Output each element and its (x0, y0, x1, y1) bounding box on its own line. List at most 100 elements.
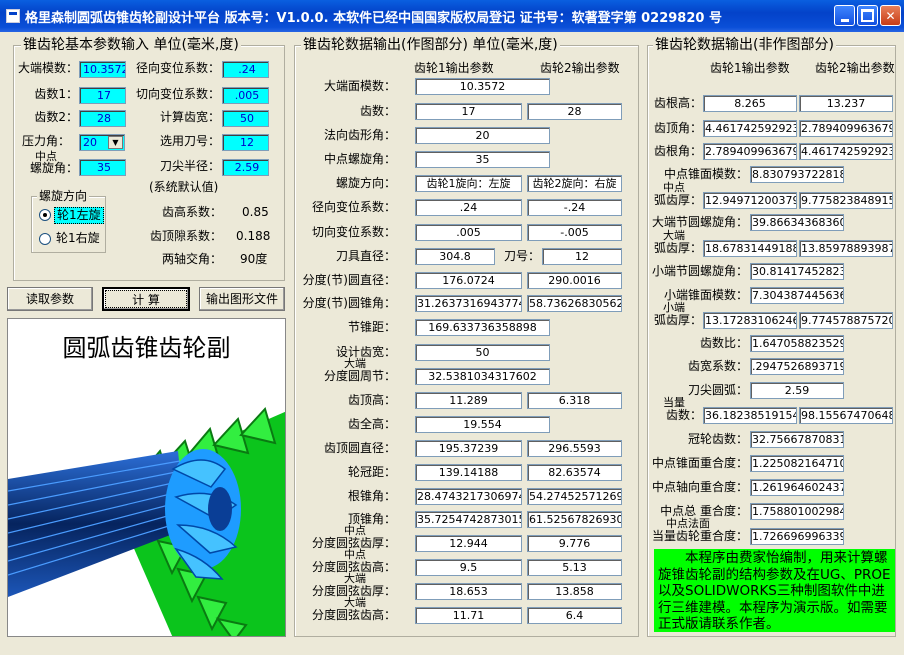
author-note: 本程序由费家怡编制，用来计算螺旋锥齿轮副的结构参数及在UG、PROE以及SOLI… (654, 549, 895, 632)
nd-row-label: 弧齿厚： (653, 241, 702, 255)
drawing-row-value-1[interactable]: 139.14188 (415, 464, 522, 481)
drawing-row-value-2[interactable]: 9.776 (527, 535, 622, 552)
hand-right-label[interactable]: 轮1右旋 (56, 231, 100, 246)
drawing-row-value-1[interactable]: 35.72547428730152 (415, 511, 522, 528)
calculate-button[interactable]: 计 算 (102, 287, 190, 311)
drawing-row-value-1[interactable]: 12.944 (415, 535, 522, 552)
nd-row-value[interactable]: 1.6470588235294 (750, 335, 844, 352)
drawing-row-label: 齿顶圆直径： (323, 441, 396, 455)
drawing-row-value-1[interactable]: 28.47432173069748 (415, 488, 522, 505)
nd-row-value-2[interactable]: 2.789409963679612 (799, 120, 893, 137)
nd-row-value[interactable]: 1.726696996339700 (750, 528, 844, 545)
z2-input[interactable]: 28 (79, 110, 126, 127)
drawing-row-value[interactable]: 20 (415, 127, 550, 144)
chevron-down-icon[interactable]: ▼ (108, 136, 123, 149)
drawing-row-value-2[interactable]: 58.73626830562252 (527, 295, 622, 312)
export-button[interactable]: 输出图形文件 (199, 287, 285, 311)
nd-row-value[interactable]: 1.758801002984000 (750, 503, 844, 520)
drawing-row-value-1[interactable]: 17 (415, 103, 522, 120)
drawing-row-label: 节锥距： (347, 320, 396, 334)
tool-no-input[interactable]: 12 (222, 134, 269, 151)
drawing-row-value-2[interactable]: 13.858 (527, 583, 622, 600)
drawing-row-value-1[interactable]: 11.289 (415, 392, 522, 409)
read-params-button[interactable]: 读取参数 (7, 287, 93, 311)
drawing-row-value-1[interactable]: 31.26373169437748 (415, 295, 522, 312)
tip-radius-input[interactable]: 2.59 (222, 159, 269, 176)
nd-row-value-1[interactable]: 13.17283106246480 (703, 312, 797, 329)
drawing-row-value[interactable]: 35 (415, 151, 550, 168)
nd-row-value-2[interactable]: 13.85978893987700 (799, 240, 893, 257)
minimize-button[interactable] (834, 5, 855, 26)
nd-row-value-1[interactable]: 2.789409963679612 (703, 143, 797, 160)
nd-row-value-1[interactable]: 8.265 (703, 95, 797, 112)
nd-row-label: 当量齿轮重合度： (651, 529, 748, 543)
drawing-row-value-1[interactable]: .005 (415, 224, 522, 241)
nd-row-value[interactable]: 2.59 (750, 382, 844, 399)
nd-row-label: 大端节圆螺旋角： (651, 215, 748, 229)
drawing-row-value-2[interactable]: 齿轮2旋向：右旋 (527, 175, 622, 192)
hand-right-radio[interactable] (39, 233, 51, 245)
drawing-row-value-2[interactable]: 82.63574 (527, 464, 622, 481)
nd-row-value-1[interactable]: 36.18238519154700 (703, 407, 797, 424)
nd-row-value[interactable]: 1.261964602437900 (750, 479, 844, 496)
drawing-row-value-1[interactable]: 9.5 (415, 559, 522, 576)
hand-left-label[interactable]: 轮1左旋 (54, 207, 104, 224)
drawing-row-value[interactable]: 50 (415, 344, 550, 361)
nd-row-value[interactable]: 7.304387445636690 (750, 287, 844, 304)
drawing-row-value-2[interactable]: 5.13 (527, 559, 622, 576)
nd-row-value[interactable]: 30.81417452823899 (750, 263, 844, 280)
nd-row-value[interactable]: .294752689371965 (750, 358, 844, 375)
nd-row-label: 齿根高： (653, 96, 702, 110)
tang-shift-label: 切向变位系数： (135, 87, 220, 101)
drawing-row-value-2[interactable]: 6.4 (527, 607, 622, 624)
calc-width-input[interactable]: 50 (222, 110, 269, 127)
helix-input[interactable]: 35 (79, 159, 126, 176)
drawing-row-value-2[interactable]: 28 (527, 103, 622, 120)
nd-row-value-2[interactable]: 9.774578875720890 (799, 312, 893, 329)
nd-row-value[interactable]: 8.830793722818394 (750, 166, 844, 183)
radial-shift-input[interactable]: .24 (222, 61, 269, 78)
drawing-row-value-2[interactable]: 296.5593 (527, 440, 622, 457)
drawing-col2-header: 齿轮2输出参数 (540, 61, 620, 75)
drawing-row-value-2[interactable]: -.005 (527, 224, 622, 241)
nd-row-label-top: 大端 (663, 229, 685, 242)
nd-row-label: 齿顶角： (653, 121, 702, 135)
nd-row-value-2[interactable]: 4.461742592923583 (799, 143, 893, 160)
nd-row-value-2[interactable]: 9.775823848915423 (799, 192, 893, 209)
tang-shift-input[interactable]: .005 (222, 87, 269, 104)
close-button[interactable]: ✕ (880, 5, 901, 26)
nd-row-value-2[interactable]: 13.237 (799, 95, 893, 112)
clearance-coef-value: 0.188 (236, 229, 271, 243)
drawing-row-value-2[interactable]: 54.27452571269925 (527, 488, 622, 505)
z1-input[interactable]: 17 (79, 87, 126, 104)
drawing-row-value[interactable]: 10.3572 (415, 78, 550, 95)
drawing-row-value[interactable]: 19.554 (415, 416, 550, 433)
drawing-row-value-1[interactable]: 176.0724 (415, 272, 522, 289)
drawing-row-value-2[interactable]: -.24 (527, 199, 622, 216)
module-input[interactable]: 10.3572 (79, 61, 126, 78)
nd-row-value-1[interactable]: 4.461742592923583 (703, 120, 797, 137)
nondrawing-col1-header: 齿轮1输出参数 (710, 61, 790, 75)
hand-left-radio[interactable] (39, 209, 51, 221)
nd-row-value[interactable]: 1.225082164710300 (750, 455, 844, 472)
nd-row-value-1[interactable]: 12.94971200379220 (703, 192, 797, 209)
drawing-row-value-1[interactable]: .24 (415, 199, 522, 216)
drawing-row-value[interactable]: 32.5381034317602 (415, 368, 550, 385)
drawing-row-value-1[interactable]: 304.8 (415, 248, 495, 265)
drawing-row-value-1[interactable]: 11.71 (415, 607, 522, 624)
drawing-row-value-1[interactable]: 18.653 (415, 583, 522, 600)
nd-row-value[interactable]: 32.75667870831800 (750, 431, 844, 448)
nd-row-value-1[interactable]: 18.67831449188250 (703, 240, 797, 257)
drawing-row-value-2[interactable]: 61.52567826930252 (527, 511, 622, 528)
addendum-coef-value: 0.85 (242, 205, 269, 219)
drawing-row-value-2[interactable]: 6.318 (527, 392, 622, 409)
nd-row-value[interactable]: 39.86634368360628 (750, 214, 844, 231)
nondrawing-output-legend: 锥齿轮数据输出(非作图部分) (653, 37, 836, 53)
drawing-row-value-2[interactable]: 290.0016 (527, 272, 622, 289)
drawing-row-value-1[interactable]: 齿轮1旋向：左旋 (415, 175, 522, 192)
drawing-row-value[interactable]: 169.633736358898 (415, 319, 550, 336)
drawing-row-value-2[interactable]: 12 (542, 248, 622, 265)
nd-row-value-2[interactable]: 98.15567470648200 (799, 407, 893, 424)
drawing-row-value-1[interactable]: 195.37239 (415, 440, 522, 457)
maximize-button[interactable] (857, 5, 878, 26)
